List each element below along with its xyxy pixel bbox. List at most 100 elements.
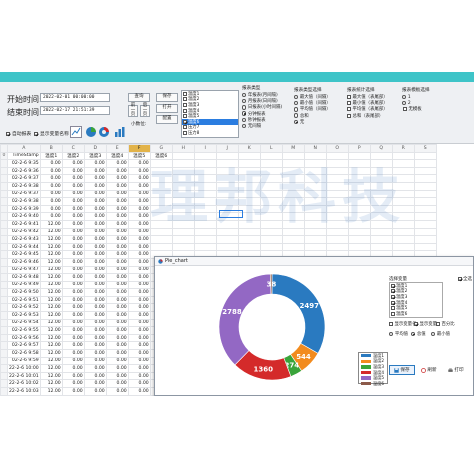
table-cell[interactable] xyxy=(259,174,283,183)
table-cell[interactable]: 0.00 xyxy=(83,280,107,290)
table-cell[interactable] xyxy=(281,219,305,229)
pie-refresh-button[interactable]: 刷新 xyxy=(417,365,441,375)
column-letter[interactable]: B xyxy=(39,144,63,153)
table-cell[interactable] xyxy=(237,189,261,199)
column-letter[interactable]: A xyxy=(7,144,41,153)
report-type-radio[interactable] xyxy=(242,105,247,110)
table-cell[interactable] xyxy=(325,189,349,199)
table-cell[interactable] xyxy=(281,159,305,168)
avg-option[interactable]: 平均值 xyxy=(389,331,408,337)
table-cell[interactable] xyxy=(303,197,327,206)
table-cell[interactable]: 0.00 xyxy=(61,356,85,366)
table-cell[interactable]: 0.00 xyxy=(105,204,129,214)
table-cell[interactable]: 0.00 xyxy=(83,250,107,259)
table-cell[interactable] xyxy=(171,227,195,237)
table-cell[interactable] xyxy=(369,166,393,176)
table-cell[interactable]: 12.00 xyxy=(39,235,63,244)
row-number[interactable] xyxy=(0,349,8,358)
row-number[interactable] xyxy=(0,295,8,305)
table-cell[interactable]: 0.00 xyxy=(83,174,107,183)
table-cell[interactable]: 02-2-6 9:46 xyxy=(7,257,41,267)
table-cell[interactable] xyxy=(325,204,349,214)
table-cell[interactable]: 02-2-6 9:47 xyxy=(7,265,41,275)
table-cell[interactable] xyxy=(149,159,173,168)
table-cell[interactable]: 02-2-6 9:48 xyxy=(7,273,41,282)
table-cell[interactable] xyxy=(303,235,327,244)
table-cell[interactable]: 0.00 xyxy=(61,265,85,275)
table-cell[interactable]: 0.00 xyxy=(61,288,85,297)
report-template-radio[interactable] xyxy=(402,94,407,100)
header-cell[interactable] xyxy=(347,151,371,161)
row-number[interactable] xyxy=(0,219,8,229)
table-cell[interactable]: 0.00 xyxy=(105,341,129,351)
table-cell[interactable]: 0.00 xyxy=(61,204,85,214)
table-cell[interactable] xyxy=(193,227,217,237)
table-cell[interactable] xyxy=(369,174,393,183)
no-template-option[interactable]: 无模板 xyxy=(403,106,462,112)
table-cell[interactable] xyxy=(413,227,437,237)
table-cell[interactable]: 0.00 xyxy=(61,273,85,282)
table-cell[interactable] xyxy=(215,159,239,168)
table-cell[interactable]: 0.00 xyxy=(127,181,151,191)
table-cell[interactable]: 0.00 xyxy=(105,333,129,343)
table-cell[interactable] xyxy=(281,204,305,214)
table-cell[interactable] xyxy=(325,242,349,252)
table-cell[interactable] xyxy=(347,204,371,214)
table-cell[interactable]: 0.00 xyxy=(105,227,129,237)
row-number[interactable] xyxy=(0,326,8,335)
table-cell[interactable] xyxy=(325,159,349,168)
table-cell[interactable] xyxy=(325,166,349,176)
table-cell[interactable] xyxy=(259,227,283,237)
table-cell[interactable] xyxy=(171,189,195,199)
table-cell[interactable] xyxy=(391,204,415,214)
table-cell[interactable]: 0.00 xyxy=(61,212,85,221)
table-cell[interactable]: 02-2-6 9:37 xyxy=(7,174,41,183)
table-cell[interactable]: 02-2-6 9:41 xyxy=(7,219,41,229)
variable-checkbox[interactable] xyxy=(183,130,187,135)
table-cell[interactable] xyxy=(259,219,283,229)
table-cell[interactable]: 0.00 xyxy=(83,288,107,297)
row-number[interactable] xyxy=(0,174,8,183)
table-cell[interactable]: 0.00 xyxy=(83,159,107,168)
table-cell[interactable]: 0.00 xyxy=(127,280,151,290)
table-cell[interactable] xyxy=(391,166,415,176)
table-cell[interactable] xyxy=(281,242,305,252)
pie-save-button[interactable]: 保存 xyxy=(389,365,415,375)
table-cell[interactable]: 0.00 xyxy=(61,318,85,328)
header-cell[interactable] xyxy=(325,151,349,161)
table-cell[interactable] xyxy=(259,212,283,221)
table-cell[interactable] xyxy=(413,159,437,168)
pie-var-checkbox[interactable] xyxy=(391,283,395,288)
table-cell[interactable] xyxy=(193,174,217,183)
table-cell[interactable] xyxy=(303,204,327,214)
row-number[interactable] xyxy=(0,341,8,351)
table-cell[interactable]: 0.00 xyxy=(127,303,151,313)
row-number[interactable] xyxy=(0,318,8,328)
table-cell[interactable] xyxy=(391,197,415,206)
table-cell[interactable] xyxy=(215,166,239,176)
row-number[interactable] xyxy=(0,273,8,282)
table-cell[interactable] xyxy=(303,166,327,176)
table-cell[interactable] xyxy=(281,197,305,206)
row-number[interactable] xyxy=(0,204,8,214)
table-cell[interactable] xyxy=(171,204,195,214)
table-cell[interactable]: 0.00 xyxy=(105,356,129,366)
table-cell[interactable]: 12.00 xyxy=(39,250,63,259)
table-cell[interactable]: 0.00 xyxy=(127,273,151,282)
column-letter[interactable]: E xyxy=(105,144,129,153)
column-letter[interactable]: D xyxy=(83,144,107,153)
table-cell[interactable]: 0.00 xyxy=(127,295,151,305)
table-cell[interactable]: 02-2-6 9:37 xyxy=(7,189,41,199)
table-cell[interactable]: 0.00 xyxy=(83,227,107,237)
table-cell[interactable]: 12.00 xyxy=(39,280,63,290)
table-cell[interactable]: 0.00 xyxy=(127,219,151,229)
donut-chart-icon[interactable] xyxy=(99,127,109,137)
show-var-name-option[interactable]: 显示变量名 xyxy=(389,321,416,327)
table-cell[interactable] xyxy=(171,242,195,252)
table-cell[interactable] xyxy=(369,181,393,191)
row-number[interactable]: 0 xyxy=(0,151,8,161)
table-cell[interactable] xyxy=(369,235,393,244)
table-cell[interactable] xyxy=(413,204,437,214)
table-cell[interactable] xyxy=(347,159,371,168)
table-cell[interactable]: 0.00 xyxy=(127,371,151,381)
